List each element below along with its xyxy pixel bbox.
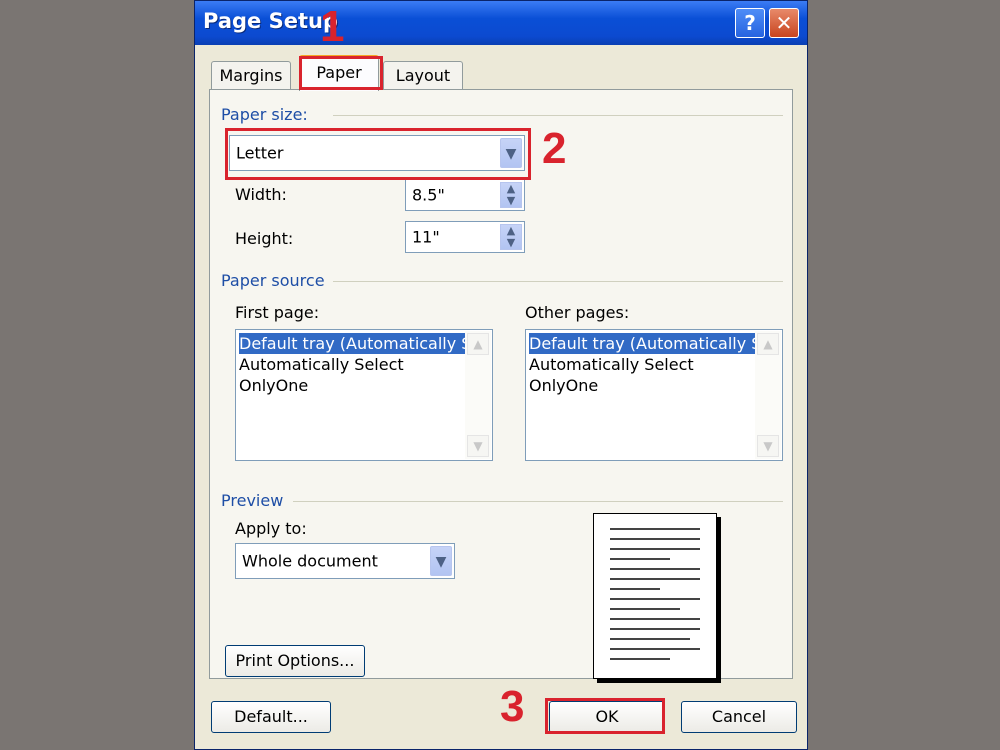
apply-to-label: Apply to: (235, 519, 307, 538)
chevron-down-icon[interactable]: ▼ (467, 435, 489, 457)
annotation-step-3: 3 (500, 682, 525, 731)
text-line (610, 618, 700, 620)
text-line (610, 608, 680, 610)
highlight-ok-button (545, 698, 665, 734)
preview-group-label: Preview (221, 491, 284, 510)
text-line (610, 558, 670, 560)
cancel-button[interactable]: Cancel (681, 701, 797, 733)
chevron-down-icon[interactable]: ▼ (507, 236, 515, 249)
apply-to-value: Whole document (242, 551, 378, 571)
default-button[interactable]: Default... (211, 701, 331, 733)
list-item[interactable]: Default tray (Automatically S (529, 333, 761, 354)
annotation-step-1: 1 (320, 2, 345, 51)
annotation-step-2: 2 (542, 124, 567, 173)
close-button[interactable]: ✕ (769, 8, 799, 38)
scrollbar[interactable]: ▲ ▼ (755, 331, 781, 459)
text-line (610, 658, 670, 660)
other-pages-label: Other pages: (525, 303, 630, 322)
dialog-title: Page Setup (203, 9, 338, 33)
text-line (610, 648, 700, 650)
text-line (610, 578, 700, 580)
chevron-up-icon[interactable]: ▲ (757, 333, 779, 355)
highlight-paper-size (225, 128, 531, 180)
text-line (610, 568, 700, 570)
group-divider (293, 501, 783, 502)
group-divider (333, 115, 783, 116)
width-input[interactable]: 8.5" ▲ ▼ (405, 179, 525, 211)
help-button[interactable]: ? (735, 8, 765, 38)
height-label: Height: (235, 229, 294, 248)
text-line (610, 538, 700, 540)
height-input[interactable]: 11" ▲ ▼ (405, 221, 525, 253)
chevron-down-icon[interactable]: ▼ (757, 435, 779, 457)
tab-layout[interactable]: Layout (383, 61, 463, 91)
list-item[interactable]: Default tray (Automatically S (239, 333, 471, 354)
other-pages-list[interactable]: Default tray (Automatically S Automatica… (525, 329, 783, 461)
highlight-paper-tab (299, 56, 383, 90)
text-line (610, 628, 700, 630)
chevron-down-icon[interactable]: ▼ (507, 194, 515, 207)
tab-margins[interactable]: Margins (211, 61, 291, 91)
height-spinner[interactable]: ▲ ▼ (500, 224, 522, 250)
list-item[interactable]: OnlyOne (239, 375, 308, 396)
text-line (610, 548, 700, 550)
title-bar[interactable]: Page Setup ? ✕ (195, 1, 807, 45)
paper-source-group-label: Paper source (221, 271, 325, 290)
list-item[interactable]: Automatically Select (529, 354, 694, 375)
apply-to-select[interactable]: Whole document ▼ (235, 543, 455, 579)
width-spinner[interactable]: ▲ ▼ (500, 182, 522, 208)
text-line (610, 638, 690, 640)
chevron-down-icon[interactable]: ▼ (430, 546, 452, 576)
text-line (610, 528, 700, 530)
text-line (610, 588, 660, 590)
print-options-button[interactable]: Print Options... (225, 645, 365, 677)
height-value: 11" (412, 227, 440, 247)
list-item[interactable]: Automatically Select (239, 354, 404, 375)
scrollbar[interactable]: ▲ ▼ (465, 331, 491, 459)
list-item[interactable]: OnlyOne (529, 375, 598, 396)
paper-size-group-label: Paper size: (221, 105, 308, 124)
page-setup-dialog: Page Setup ? ✕ Margins Paper Layout Pape… (194, 0, 808, 750)
width-label: Width: (235, 185, 287, 204)
chevron-up-icon[interactable]: ▲ (467, 333, 489, 355)
first-page-label: First page: (235, 303, 320, 322)
first-page-list[interactable]: Default tray (Automatically S Automatica… (235, 329, 493, 461)
page-preview-thumbnail (593, 513, 717, 679)
group-divider (333, 281, 783, 282)
text-line (610, 598, 700, 600)
width-value: 8.5" (412, 185, 445, 205)
